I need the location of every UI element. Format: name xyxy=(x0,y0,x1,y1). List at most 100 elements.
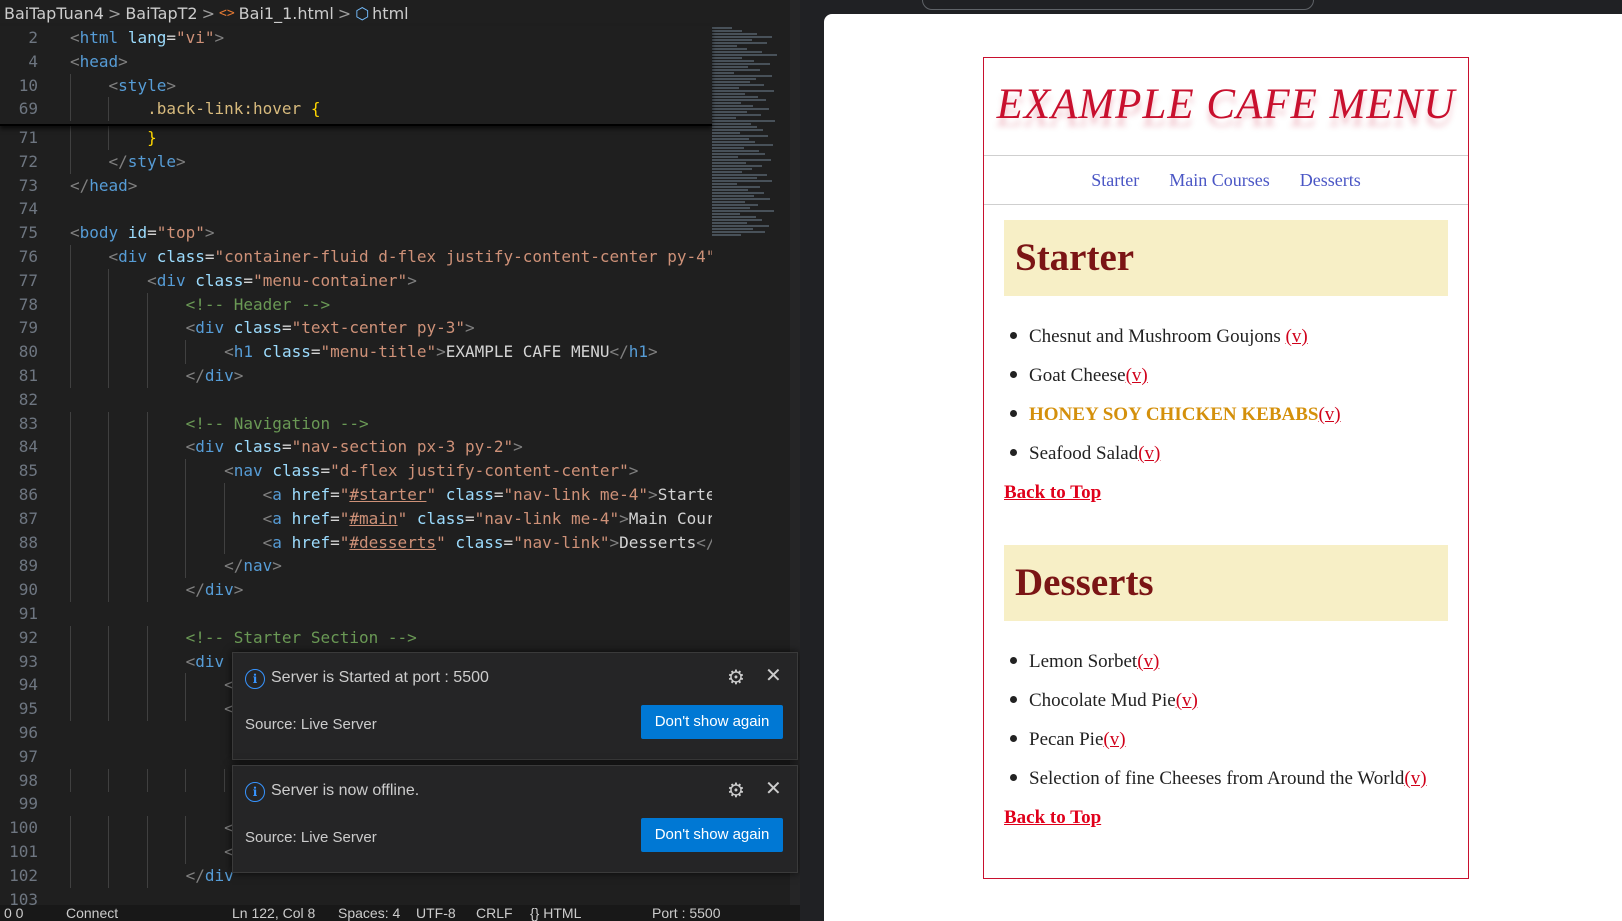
minimap-line xyxy=(712,171,742,173)
code-line[interactable]: 88 <a href="#desserts" class="nav-link">… xyxy=(0,530,712,555)
menu-item: HONEY SOY CHICKEN KEBABS(v) xyxy=(1010,404,1341,426)
indent-guide xyxy=(108,316,110,341)
encoding[interactable]: UTF-8 xyxy=(416,905,456,921)
code-line[interactable]: 91 xyxy=(0,602,712,626)
indent-guide xyxy=(185,482,187,507)
code-line[interactable]: 83 <!-- Navigation --> xyxy=(0,411,712,436)
code-editor[interactable]: BaiTapTuan4 > BaiTapT2 > <> Bai1_1.html … xyxy=(0,0,800,921)
indent-guide xyxy=(146,578,148,602)
code-line[interactable]: 87 <a href="#main" class="nav-link me-4"… xyxy=(0,506,712,531)
code-line[interactable]: 69 .back-link:hover { xyxy=(0,97,712,122)
code-line[interactable]: 4 <head> xyxy=(0,50,712,74)
code-line[interactable]: 75 <body id="top"> xyxy=(0,221,712,245)
code-line[interactable]: 82 xyxy=(0,388,712,412)
indent-guide xyxy=(70,649,71,674)
address-bar[interactable] xyxy=(922,0,1314,10)
nav-link-main-courses[interactable]: Main Courses xyxy=(1169,170,1270,191)
cursor-position[interactable]: Ln 122, Col 8 xyxy=(232,905,315,921)
line-ending[interactable]: CRLF xyxy=(476,905,513,921)
indent-guide xyxy=(70,625,71,650)
code-line[interactable]: 85 <nav class="d-flex justify-content-ce… xyxy=(0,459,712,483)
minimap-line xyxy=(712,45,737,47)
minimap-line xyxy=(712,150,759,152)
indent-guide xyxy=(108,863,110,888)
minimap-line xyxy=(712,198,770,200)
code-line[interactable]: 84 <div class="nav-section px-3 py-2"> xyxy=(0,435,712,460)
close-icon[interactable]: ✕ xyxy=(765,776,782,801)
nav-link-starter[interactable]: Starter xyxy=(1091,170,1139,191)
breadcrumb-folder-2[interactable]: BaiTapT2 xyxy=(125,4,197,23)
line-number: 4 xyxy=(28,51,38,71)
breadcrumb-folder-1[interactable]: BaiTapTuan4 xyxy=(4,4,104,23)
line-number: 83 xyxy=(18,413,38,433)
line-text: <head> xyxy=(70,51,128,71)
code-line[interactable]: 71 } xyxy=(0,126,712,150)
minimap-line xyxy=(712,66,748,68)
back-to-top-link[interactable]: Back to Top xyxy=(1004,482,1101,504)
language-mode[interactable]: {} HTML xyxy=(530,905,581,921)
indent-guide xyxy=(146,506,148,531)
minimap-line xyxy=(712,120,775,122)
code-line[interactable]: 81 </div> xyxy=(0,363,712,388)
code-line[interactable]: 92 <!-- Starter Section --> xyxy=(0,625,712,650)
minimap-line xyxy=(712,36,772,38)
section-heading: Desserts xyxy=(1004,545,1448,621)
indent-guide xyxy=(146,697,148,721)
chevron-right-icon: > xyxy=(107,3,122,23)
indentation[interactable]: Spaces: 4 xyxy=(338,905,400,921)
minimap-line xyxy=(712,234,741,236)
nav-link-desserts[interactable]: Desserts xyxy=(1300,170,1361,191)
line-text: < xyxy=(224,699,234,719)
line-number: 96 xyxy=(18,722,38,742)
indent-guide xyxy=(108,482,110,507)
minimap[interactable] xyxy=(712,26,790,306)
line-text: <a href="#main" class="nav-link me-4">Ma… xyxy=(262,508,712,528)
indent-guide xyxy=(108,292,110,317)
remote-connect[interactable]: Connect xyxy=(66,905,118,921)
dont-show-again-button[interactable]: Don't show again xyxy=(641,818,783,852)
indent-guide xyxy=(185,459,187,483)
sticky-scroll-header[interactable]: 2 <html lang="vi"> 4 <head> 10 <style> 69 .ba… xyxy=(0,26,712,126)
code-line[interactable]: 76 <div class="container-fluid d-flex ju… xyxy=(0,244,712,269)
indent-guide xyxy=(185,673,187,698)
code-line[interactable]: 90 </div> xyxy=(0,578,712,602)
gear-icon[interactable]: ⚙ xyxy=(727,665,745,690)
code-line[interactable]: 10 <style> xyxy=(0,73,712,98)
chevron-right-icon: > xyxy=(337,3,352,23)
minimap-line xyxy=(712,156,738,158)
close-icon[interactable]: ✕ xyxy=(765,663,782,688)
indent-guide xyxy=(70,816,71,840)
line-text: <a href="#desserts" class="nav-link">Des… xyxy=(262,532,712,552)
code-line[interactable]: 77 <div class="menu-container"> xyxy=(0,268,712,293)
breadcrumb-file[interactable]: Bai1_1.html xyxy=(239,4,334,23)
minimap-line xyxy=(712,102,741,104)
code-line[interactable]: 80 <h1 class="menu-title">EXAMPLE CAFE M… xyxy=(0,340,712,364)
breadcrumb-symbol[interactable]: html xyxy=(372,4,408,23)
indent-guide xyxy=(146,411,148,436)
indent-guide xyxy=(185,554,187,579)
indent-guide xyxy=(108,268,110,293)
vegetarian-mark: (v) xyxy=(1285,326,1308,347)
line-text: </div xyxy=(185,865,234,885)
indent-guide xyxy=(70,340,71,364)
line-number: 100 xyxy=(9,818,38,838)
line-number: 85 xyxy=(18,461,38,481)
code-line[interactable]: 79 <div class="text-center py-3"> xyxy=(0,316,712,341)
live-server-port[interactable]: Port : 5500 xyxy=(652,905,721,921)
code-line[interactable]: 86 <a href="#starter" class="nav-link me… xyxy=(0,482,712,507)
minimap-line xyxy=(712,168,752,170)
code-line[interactable]: 74 xyxy=(0,197,712,221)
back-to-top-link[interactable]: Back to Top xyxy=(1004,807,1101,829)
code-line[interactable]: 2 <html lang="vi"> xyxy=(0,26,712,50)
gear-icon[interactable]: ⚙ xyxy=(727,778,745,803)
code-line[interactable]: 89 </nav> xyxy=(0,554,712,579)
dont-show-again-button[interactable]: Don't show again xyxy=(641,705,783,739)
line-number: 95 xyxy=(18,699,38,719)
minimap-line xyxy=(712,174,767,176)
problems-indicator[interactable]: 0 0 xyxy=(4,905,23,921)
code-line[interactable]: 78 <!-- Header --> xyxy=(0,292,712,317)
code-line[interactable]: 72 </style> xyxy=(0,149,712,174)
code-line[interactable]: 73 </head> xyxy=(0,174,712,198)
indent-guide xyxy=(185,768,187,793)
line-number: 92 xyxy=(18,627,38,647)
